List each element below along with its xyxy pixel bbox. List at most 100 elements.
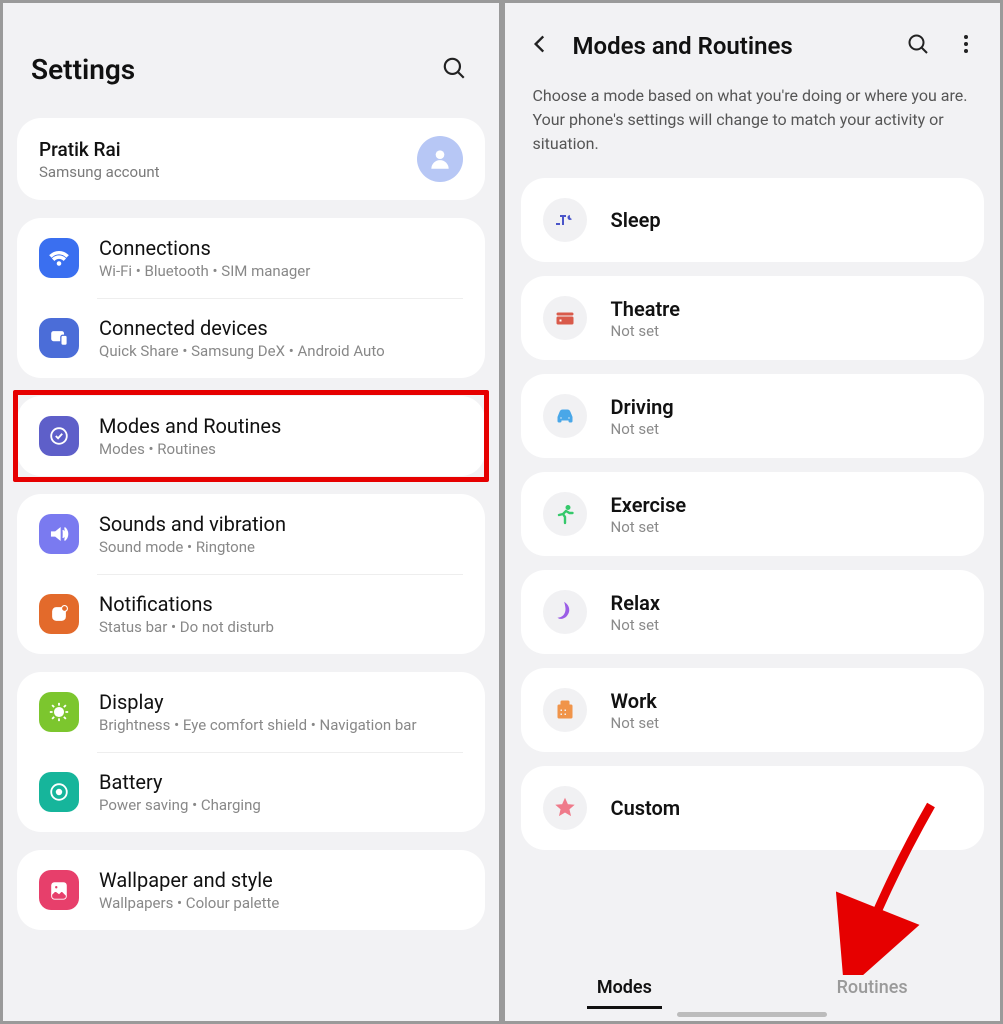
modes-header: Modes and Routines [505,3,1001,84]
row-text: Wallpaper and style Wallpapers • Colour p… [99,868,279,912]
settings-row-routines[interactable]: Modes and Routines Modes • Routines [17,396,485,476]
settings-group: Wallpaper and style Wallpapers • Colour p… [17,850,485,930]
row-text: Notifications Status bar • Do not disturb [99,592,274,636]
row-sub: Modes • Routines [99,440,281,458]
row-text: Modes and Routines Modes • Routines [99,414,281,458]
more-button[interactable] [950,28,982,63]
row-title: Display [99,690,417,714]
battery-icon [39,772,79,812]
settings-row-devices[interactable]: Connected devices Quick Share • Samsung D… [17,298,485,378]
wifi-icon [39,238,79,278]
sound-icon [39,514,79,554]
mode-name: Custom [611,796,681,820]
mode-text: RelaxNot set [611,591,661,634]
row-title: Connections [99,236,310,260]
row-text: Display Brightness • Eye comfort shield •… [99,690,417,734]
mode-card-work[interactable]: WorkNot set [521,668,985,752]
sleep-icon [543,198,587,242]
row-text: Sounds and vibration Sound mode • Rington… [99,512,286,556]
modes-description: Choose a mode based on what you're doing… [505,84,1001,178]
settings-row-wallpaper[interactable]: Wallpaper and style Wallpapers • Colour p… [17,850,485,930]
row-sub: Power saving • Charging [99,796,261,814]
driving-icon [543,394,587,438]
mode-name: Driving [611,395,674,419]
search-button[interactable] [437,51,471,88]
wallpaper-icon [39,870,79,910]
tab-modes[interactable]: Modes [587,969,662,1009]
row-text: Battery Power saving • Charging [99,770,261,814]
mode-text: WorkNot set [611,689,660,732]
row-title: Notifications [99,592,274,616]
settings-group: Sounds and vibration Sound mode • Rington… [17,494,485,654]
page-title: Modes and Routines [573,32,887,60]
mode-sub: Not set [611,616,661,634]
settings-header: Settings [3,3,499,118]
row-title: Battery [99,770,261,794]
mode-card-driving[interactable]: DrivingNot set [521,374,985,458]
mode-name: Relax [611,591,661,615]
mode-text: ExerciseNot set [611,493,687,536]
bottom-tabs: Modes Routines [505,961,1001,1009]
person-icon [427,146,453,172]
row-sub: Quick Share • Samsung DeX • Android Auto [99,342,385,360]
search-button[interactable] [902,28,934,63]
modes-screen: Modes and Routines Choose a mode based o… [502,0,1003,1024]
row-title: Sounds and vibration [99,512,286,536]
row-sub: Brightness • Eye comfort shield • Naviga… [99,716,417,734]
row-title: Connected devices [99,316,385,340]
mode-card-relax[interactable]: RelaxNot set [521,570,985,654]
tab-routines[interactable]: Routines [827,969,918,1009]
mode-card-sleep[interactable]: Sleep [521,178,985,262]
mode-card-exercise[interactable]: ExerciseNot set [521,472,985,556]
avatar[interactable] [417,136,463,182]
settings-screen: Settings Pratik Rai Samsung account Conn… [0,0,502,1024]
mode-sub: Not set [611,420,674,438]
mode-sub: Not set [611,518,687,536]
account-text: Pratik Rai Samsung account [39,138,160,181]
search-icon [906,32,930,56]
account-card[interactable]: Pratik Rai Samsung account [17,118,485,200]
mode-name: Exercise [611,493,687,517]
row-text: Connections Wi-Fi • Bluetooth • SIM manag… [99,236,310,280]
row-text: Connected devices Quick Share • Samsung D… [99,316,385,360]
mode-name: Work [611,689,660,713]
devices-icon [39,318,79,358]
mode-text: Sleep [611,208,661,232]
settings-group: Modes and Routines Modes • Routines [17,396,485,476]
chevron-left-icon [527,31,553,57]
mode-name: Theatre [611,297,680,321]
mode-card-custom[interactable]: Custom [521,766,985,850]
theatre-icon [543,296,587,340]
work-icon [543,688,587,732]
row-sub: Sound mode • Ringtone [99,538,286,556]
mode-sub: Not set [611,322,680,340]
custom-icon [543,786,587,830]
settings-row-display[interactable]: Display Brightness • Eye comfort shield •… [17,672,485,752]
row-sub: Wallpapers • Colour palette [99,894,279,912]
row-sub: Wi-Fi • Bluetooth • SIM manager [99,262,310,280]
account-name: Pratik Rai [39,138,160,161]
home-indicator[interactable] [677,1012,827,1017]
row-title: Modes and Routines [99,414,281,438]
mode-name: Sleep [611,208,661,232]
row-sub: Status bar • Do not disturb [99,618,274,636]
relax-icon [543,590,587,634]
settings-row-notif[interactable]: Notifications Status bar • Do not disturb [17,574,485,654]
settings-group: Display Brightness • Eye comfort shield •… [17,672,485,832]
account-sub: Samsung account [39,163,160,181]
mode-card-theatre[interactable]: TheatreNot set [521,276,985,360]
mode-text: Custom [611,796,681,820]
back-button[interactable] [523,27,557,64]
page-title: Settings [31,53,135,86]
notif-icon [39,594,79,634]
settings-row-sound[interactable]: Sounds and vibration Sound mode • Rington… [17,494,485,574]
exercise-icon [543,492,587,536]
settings-group: Connections Wi-Fi • Bluetooth • SIM manag… [17,218,485,378]
row-title: Wallpaper and style [99,868,279,892]
mode-sub: Not set [611,714,660,732]
mode-text: DrivingNot set [611,395,674,438]
more-vert-icon [954,32,978,56]
search-icon [441,55,467,81]
settings-row-wifi[interactable]: Connections Wi-Fi • Bluetooth • SIM manag… [17,218,485,298]
settings-row-battery[interactable]: Battery Power saving • Charging [17,752,485,832]
